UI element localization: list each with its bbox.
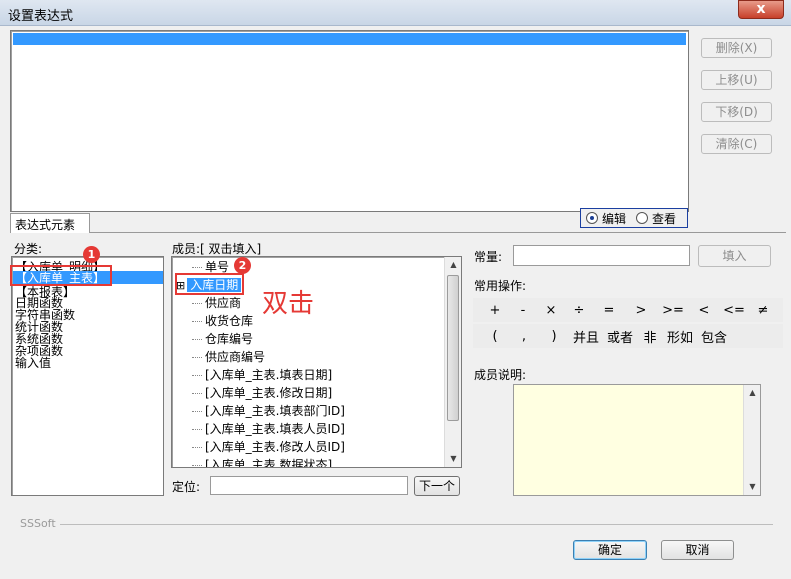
locate-label: 定位: <box>172 480 201 494</box>
tree-connector <box>192 393 202 394</box>
scroll-up-icon[interactable]: ▲ <box>744 385 761 401</box>
clear-button[interactable]: 清除(C) <box>701 134 772 154</box>
radio-edit-label[interactable]: 编辑 <box>602 210 626 227</box>
mode-group: 编辑 查看 <box>580 208 688 228</box>
scroll-up-icon[interactable]: ▲ <box>445 257 461 273</box>
tree-item[interactable]: [入库单_主表.填表部门ID] <box>192 402 345 420</box>
member-desc-label: 成员说明: <box>474 368 527 382</box>
tree-connector <box>192 447 202 448</box>
expression-list-selected-row[interactable] <box>13 33 686 45</box>
category-item[interactable]: 输入值 <box>15 357 51 369</box>
highlight-box-member <box>175 273 244 295</box>
close-button[interactable]: x <box>738 0 784 19</box>
expression-list[interactable] <box>10 30 689 212</box>
radio-view-label[interactable]: 查看 <box>652 210 676 227</box>
member-desc-scrollbar[interactable]: ▲ ▼ <box>743 385 760 495</box>
op-like-button[interactable]: 形如 <box>663 327 697 346</box>
tree-connector <box>192 303 202 304</box>
op-plus-button[interactable]: + <box>481 303 509 318</box>
scroll-down-icon[interactable]: ▼ <box>744 479 761 495</box>
op-left-paren-button[interactable]: ( <box>481 329 509 344</box>
operator-row-1: + - × ÷ = > >= < <= ≠ <box>473 298 783 322</box>
tree-item[interactable]: 供应商编号 <box>192 348 265 366</box>
tree-item[interactable]: [入库单_主表.数据状态] <box>192 456 332 467</box>
move-up-button[interactable]: 上移(U) <box>701 70 772 90</box>
tree-connector <box>192 321 202 322</box>
fill-button[interactable]: 填入 <box>698 245 771 267</box>
op-less-button[interactable]: < <box>689 303 719 318</box>
tree-connector <box>192 429 202 430</box>
tree-item[interactable]: [入库单_主表.修改人员ID] <box>192 438 345 456</box>
constant-label: 常量: <box>474 250 503 264</box>
members-label: 成员:[ 双击填入] <box>172 242 262 256</box>
constant-input[interactable] <box>513 245 690 266</box>
tree-item[interactable]: 仓库编号 <box>192 330 253 348</box>
op-not-button[interactable]: 非 <box>637 327 663 346</box>
step-badge-1: 1 <box>83 246 100 263</box>
op-contains-button[interactable]: 包含 <box>697 327 731 346</box>
tree-connector <box>192 465 202 466</box>
window-title: 设置表达式 <box>8 9 74 24</box>
tree-connector <box>192 339 202 340</box>
highlight-box-category <box>10 265 112 286</box>
tab-panel-border <box>90 232 786 233</box>
tree-item[interactable]: [入库单_主表.修改日期] <box>192 384 332 402</box>
double-click-annotation: 双击 <box>262 289 315 319</box>
category-label: 分类: <box>14 242 43 256</box>
op-or-button[interactable]: 或者 <box>603 327 637 346</box>
footer-divider <box>60 524 773 525</box>
op-divide-button[interactable]: ÷ <box>565 303 593 318</box>
member-desc-box: ▲ ▼ <box>513 384 761 496</box>
op-right-paren-button[interactable]: ) <box>539 329 569 344</box>
scroll-down-icon[interactable]: ▼ <box>445 451 461 467</box>
op-comma-button[interactable]: , <box>509 329 539 344</box>
tab-expression-elements[interactable]: 表达式元素 <box>10 213 90 233</box>
radio-view-icon[interactable] <box>636 212 648 224</box>
tree-connector <box>192 375 202 376</box>
tree-item[interactable]: [入库单_主表.填表日期] <box>192 366 332 384</box>
common-ops-label: 常用操作: <box>474 279 527 293</box>
members-scrollbar[interactable]: ▲ ▼ <box>444 257 461 467</box>
title-bar: 设置表达式 x <box>0 0 791 26</box>
op-multiply-button[interactable]: × <box>537 303 565 318</box>
tree-connector <box>192 411 202 412</box>
tree-item[interactable]: 收货仓库 <box>192 312 253 330</box>
tree-connector <box>192 357 202 358</box>
op-minus-button[interactable]: - <box>509 303 537 318</box>
tab-label: 表达式元素 <box>15 218 76 232</box>
brand-label: SSSoft <box>20 517 56 530</box>
find-next-button[interactable]: 下一个 <box>414 476 460 496</box>
tree-connector <box>192 267 202 268</box>
op-and-button[interactable]: 并且 <box>569 327 603 346</box>
operator-row-2: ( , ) 并且 或者 非 形如 包含 <box>473 324 783 348</box>
step-badge-2: 2 <box>234 257 251 274</box>
op-less-equal-button[interactable]: <= <box>719 303 749 318</box>
radio-edit-icon[interactable] <box>586 212 598 224</box>
tree-item[interactable]: 供应商 <box>192 294 241 312</box>
locate-input[interactable] <box>210 476 408 495</box>
tree-item[interactable]: [入库单_主表.填表人员ID] <box>192 420 345 438</box>
move-down-button[interactable]: 下移(D) <box>701 102 772 122</box>
op-greater-equal-button[interactable]: >= <box>657 303 689 318</box>
category-list[interactable]: 【入库单_明细】 【入库单_主表】 【本报表】 日期函数 字符串函数 统计函数 … <box>11 256 164 496</box>
delete-button[interactable]: 删除(X) <box>701 38 772 58</box>
scroll-thumb[interactable] <box>447 275 459 421</box>
cancel-button[interactable]: 取消 <box>661 540 734 560</box>
op-equal-button[interactable]: = <box>593 303 625 318</box>
op-greater-button[interactable]: > <box>625 303 657 318</box>
ok-button[interactable]: 确定 <box>573 540 647 560</box>
op-not-equal-button[interactable]: ≠ <box>749 303 777 318</box>
